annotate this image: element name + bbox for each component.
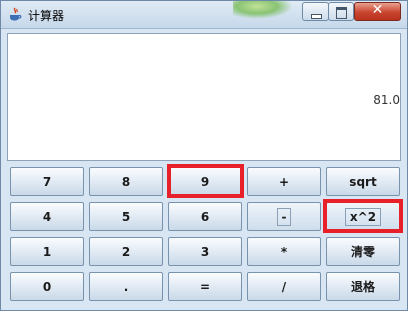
key-9[interactable]: 9 — [168, 167, 242, 196]
key-divide[interactable]: / — [247, 272, 321, 301]
key-sqrt[interactable]: sqrt — [326, 167, 400, 196]
key-decimal[interactable]: . — [89, 272, 163, 301]
keypad: 7 8 9 + sqrt 4 5 6 - x^2 1 2 3 * 清零 0 . … — [1, 1, 407, 310]
key-1[interactable]: 1 — [10, 237, 84, 266]
key-4[interactable]: 4 — [10, 202, 84, 231]
key-3[interactable]: 3 — [168, 237, 242, 266]
key-backspace[interactable]: 退格 — [326, 272, 400, 301]
key-0[interactable]: 0 — [10, 272, 84, 301]
key-minus[interactable]: - — [247, 202, 321, 231]
key-plus[interactable]: + — [247, 167, 321, 196]
calculator-window: 计算器 ✕ 81.0 7 8 9 + sqrt 4 5 6 - x^2 1 2 … — [0, 0, 408, 311]
key-square[interactable]: x^2 — [326, 202, 400, 231]
key-equals[interactable]: = — [168, 272, 242, 301]
key-5[interactable]: 5 — [89, 202, 163, 231]
key-8[interactable]: 8 — [89, 167, 163, 196]
key-clear[interactable]: 清零 — [326, 237, 400, 266]
key-6[interactable]: 6 — [168, 202, 242, 231]
key-7[interactable]: 7 — [10, 167, 84, 196]
key-2[interactable]: 2 — [89, 237, 163, 266]
key-multiply[interactable]: * — [247, 237, 321, 266]
